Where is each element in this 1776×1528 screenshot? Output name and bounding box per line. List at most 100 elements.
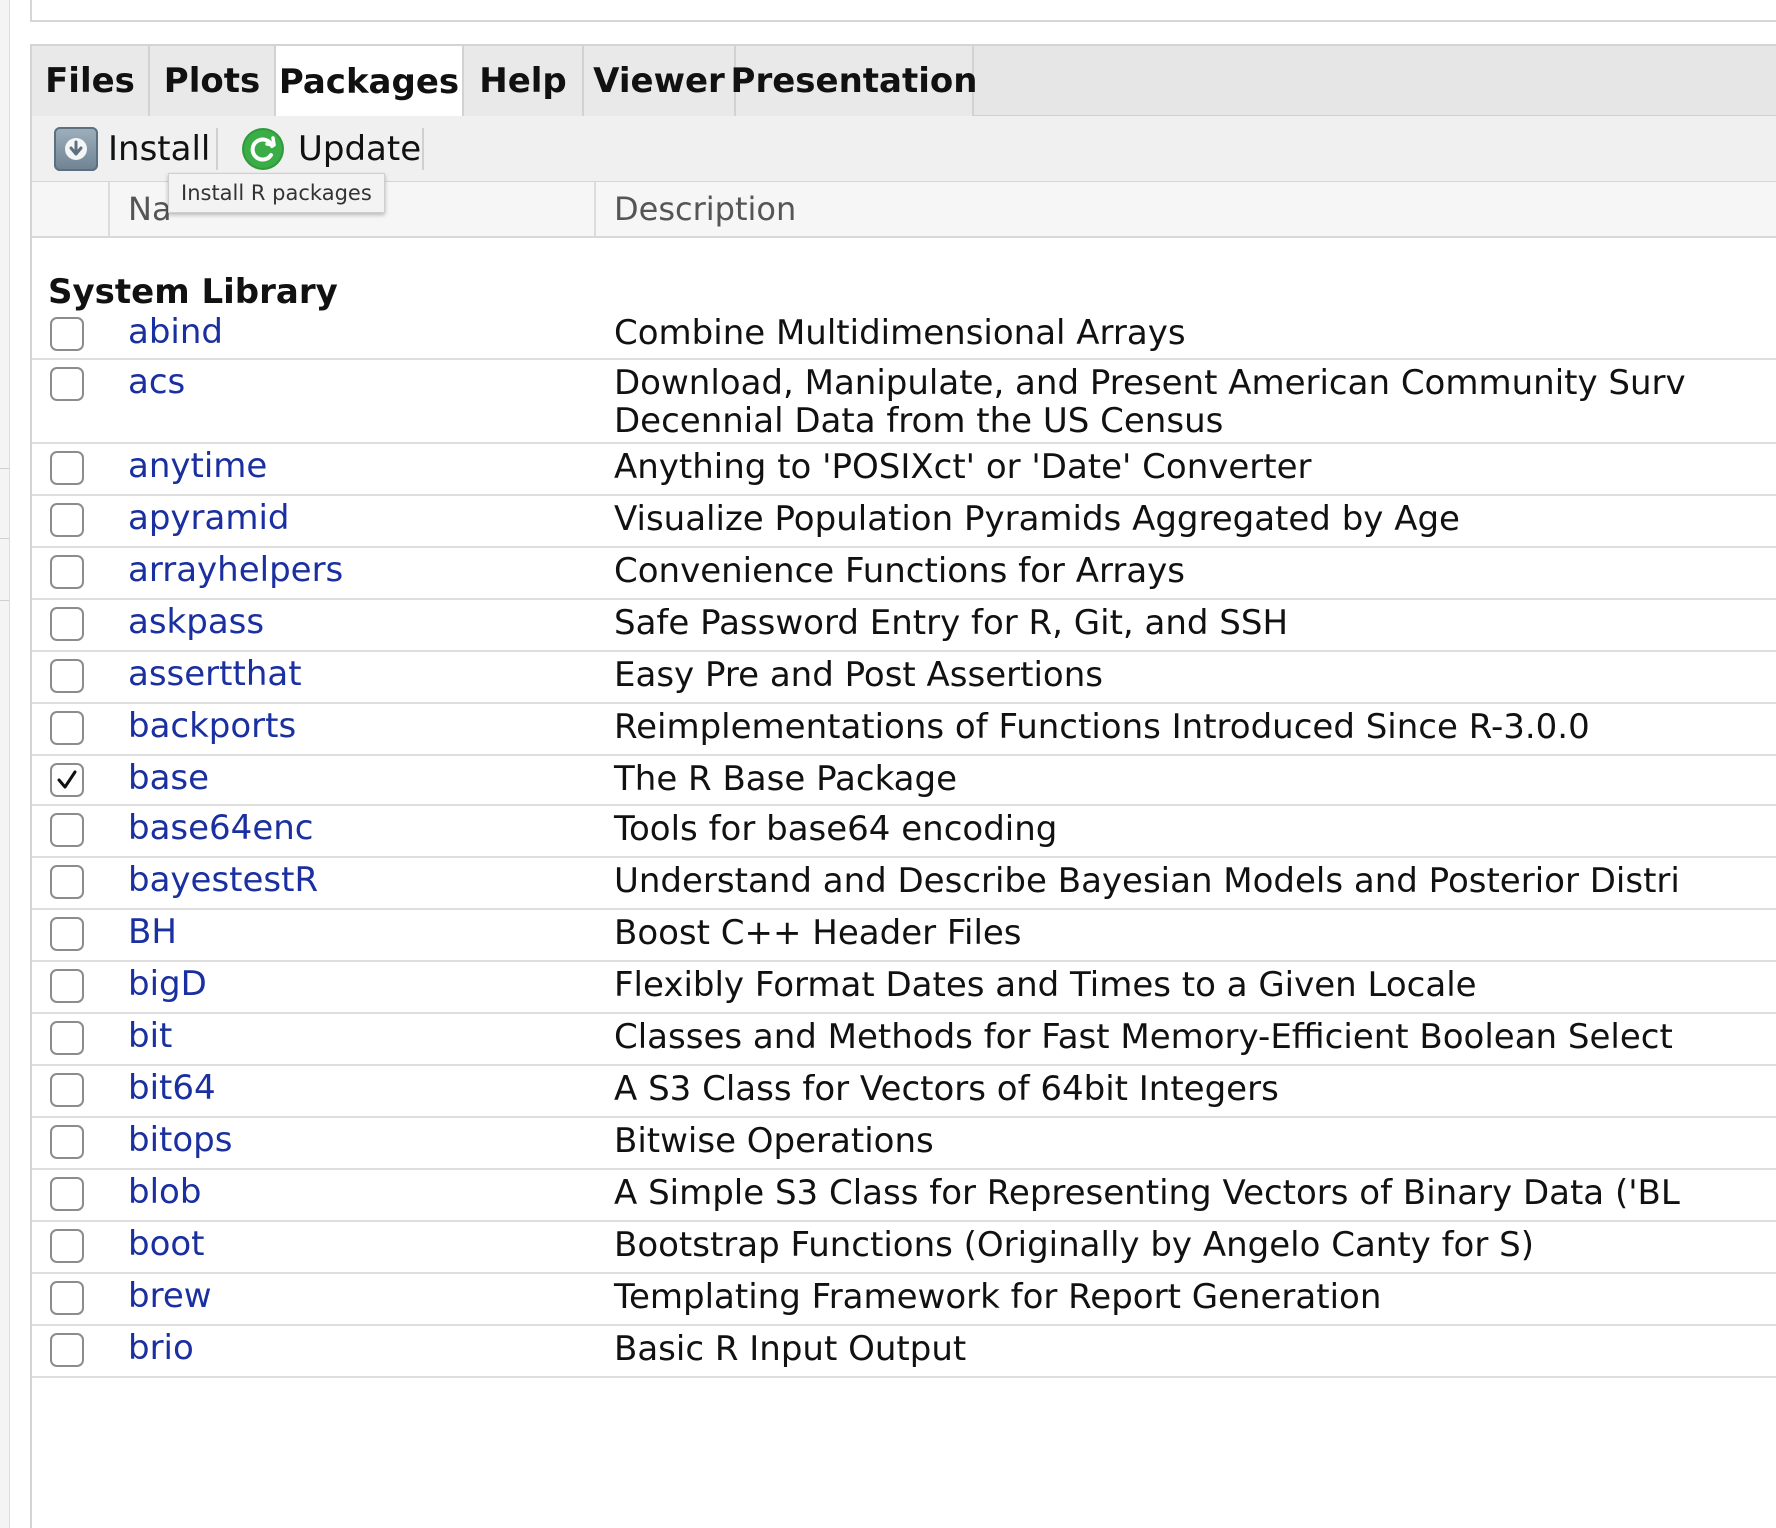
packages-pane: Files Plots Packages Help Viewer Present… — [30, 44, 1776, 1528]
package-description: Tools for base64 encoding — [614, 810, 1057, 848]
package-description-line: Flexibly Format Dates and Times to a Giv… — [614, 965, 1477, 1005]
upper-pane-edge — [30, 0, 1776, 22]
package-name-link[interactable]: brew — [128, 1276, 212, 1316]
package-name-link[interactable]: bitops — [128, 1120, 232, 1160]
tab-files[interactable]: Files — [32, 46, 150, 116]
tab-viewer[interactable]: Viewer — [584, 46, 736, 116]
install-label: Install — [108, 129, 211, 169]
package-load-checkbox[interactable] — [50, 367, 84, 401]
package-load-checkbox[interactable] — [50, 1229, 84, 1263]
package-description: Easy Pre and Post Assertions — [614, 656, 1103, 694]
table-row: base64enc Tools for base64 encoding — [32, 806, 1776, 858]
header-divider — [594, 182, 596, 236]
table-row: apyramid Visualize Population Pyramids Ag… — [32, 496, 1776, 548]
package-name-link[interactable]: blob — [128, 1172, 201, 1212]
package-name-link[interactable]: base64enc — [128, 808, 313, 848]
package-description: A S3 Class for Vectors of 64bit Integers — [614, 1070, 1279, 1108]
package-description: Combine Multidimensional Arrays — [614, 314, 1186, 352]
package-description-line: Boost C++ Header Files — [614, 913, 1022, 953]
column-header-description[interactable]: Description — [614, 182, 796, 236]
package-description-line: Tools for base64 encoding — [614, 809, 1058, 849]
table-row: base The R Base Package — [32, 756, 1776, 806]
table-row: askpass Safe Password Entry for R, Git, a… — [32, 600, 1776, 652]
table-row: assertthat Easy Pre and Post Assertions — [32, 652, 1776, 704]
package-load-checkbox[interactable] — [50, 1281, 84, 1315]
package-description: Flexibly Format Dates and Times to a Giv… — [614, 966, 1477, 1004]
tab-help[interactable]: Help — [464, 46, 584, 116]
table-row: bitops Bitwise Operations — [32, 1118, 1776, 1170]
table-row: arrayhelpers Convenience Functions for Ar… — [32, 548, 1776, 600]
package-description: Safe Password Entry for R, Git, and SSH — [614, 604, 1288, 642]
package-name-link[interactable]: abind — [128, 312, 223, 352]
table-row: blob A Simple S3 Class for Representing V… — [32, 1170, 1776, 1222]
left-gutter — [0, 0, 10, 1528]
table-row: backports Reimplementations of Functions … — [32, 704, 1776, 756]
package-description-line: Visualize Population Pyramids Aggregated… — [614, 499, 1460, 539]
column-header-name[interactable]: Na — [128, 182, 172, 236]
package-load-checkbox[interactable] — [50, 813, 84, 847]
package-description: Anything to 'POSIXct' or 'Date' Converte… — [614, 448, 1312, 486]
package-load-checkbox[interactable] — [50, 1177, 84, 1211]
package-name-link[interactable]: assertthat — [128, 654, 302, 694]
package-name-link[interactable]: bayestestR — [128, 860, 318, 900]
table-row: brew Templating Framework for Report Gene… — [32, 1274, 1776, 1326]
package-load-checkbox[interactable] — [50, 711, 84, 745]
checkmark-icon — [57, 770, 77, 789]
package-name-link[interactable]: apyramid — [128, 498, 290, 538]
table-row: bayestestR Understand and Describe Bayesi… — [32, 858, 1776, 910]
refresh-icon — [242, 128, 284, 170]
package-name-link[interactable]: brio — [128, 1328, 194, 1368]
update-label: Update — [298, 129, 422, 169]
tab-presentation[interactable]: Presentation — [731, 46, 977, 116]
tab-packages[interactable]: Packages — [274, 46, 464, 118]
package-load-checkbox[interactable] — [50, 317, 84, 351]
package-load-checkbox[interactable] — [50, 917, 84, 951]
package-name-link[interactable]: base — [128, 758, 209, 798]
install-tooltip: Install R packages — [168, 173, 385, 213]
table-row: BH Boost C++ Header Files — [32, 910, 1776, 962]
table-row: anytime Anything to 'POSIXct' or 'Date' C… — [32, 444, 1776, 496]
package-description-line: Classes and Methods for Fast Memory-Effi… — [614, 1017, 1673, 1057]
table-row: abind Combine Multidimensional Arrays — [32, 310, 1776, 360]
package-description-line: Easy Pre and Post Assertions — [614, 655, 1103, 695]
package-load-checkbox[interactable] — [50, 969, 84, 1003]
package-name-link[interactable]: backports — [128, 706, 296, 746]
package-load-checkbox[interactable] — [50, 659, 84, 693]
package-name-link[interactable]: boot — [128, 1224, 205, 1264]
table-row: bigD Flexibly Format Dates and Times to a… — [32, 962, 1776, 1014]
package-name-link[interactable]: BH — [128, 912, 177, 952]
package-name-link[interactable]: bigD — [128, 964, 207, 1004]
package-load-checkbox[interactable] — [50, 607, 84, 641]
package-name-link[interactable]: anytime — [128, 446, 267, 486]
library-group-title: System Library — [48, 272, 338, 312]
package-description-line: Safe Password Entry for R, Git, and SSH — [614, 603, 1289, 643]
toolbar-separator — [216, 128, 218, 170]
package-description: Bitwise Operations — [614, 1122, 934, 1160]
package-load-checkbox[interactable] — [50, 1333, 84, 1367]
package-load-checkbox[interactable] — [50, 503, 84, 537]
package-description-line: Anything to 'POSIXct' or 'Date' Converte… — [614, 447, 1312, 487]
package-name-link[interactable]: askpass — [128, 602, 264, 642]
package-name-link[interactable]: bit64 — [128, 1068, 216, 1108]
package-load-checkbox[interactable] — [50, 1125, 84, 1159]
package-description-line: Bitwise Operations — [614, 1121, 934, 1161]
package-load-checkbox[interactable] — [50, 1021, 84, 1055]
gutter-marker — [0, 600, 9, 601]
package-description-line: Basic R Input Output — [614, 1329, 967, 1369]
toolbar-separator — [422, 128, 424, 170]
package-load-checkbox[interactable] — [50, 555, 84, 589]
package-load-checkbox[interactable] — [50, 865, 84, 899]
package-load-checkbox[interactable] — [50, 763, 84, 797]
package-name-link[interactable]: arrayhelpers — [128, 550, 343, 590]
package-name-link[interactable]: bit — [128, 1016, 172, 1056]
package-description: The R Base Package — [614, 760, 957, 798]
table-row: acs Download, Manipulate, and Present Ame… — [32, 360, 1776, 444]
package-description: Convenience Functions for Arrays — [614, 552, 1185, 590]
package-description-line: The R Base Package — [614, 759, 958, 799]
package-description-line: Reimplementations of Functions Introduce… — [614, 707, 1590, 747]
package-load-checkbox[interactable] — [50, 1073, 84, 1107]
package-description: Bootstrap Functions (Originally by Angel… — [614, 1226, 1534, 1264]
package-load-checkbox[interactable] — [50, 451, 84, 485]
tab-plots[interactable]: Plots — [150, 46, 276, 116]
package-name-link[interactable]: acs — [128, 362, 185, 402]
